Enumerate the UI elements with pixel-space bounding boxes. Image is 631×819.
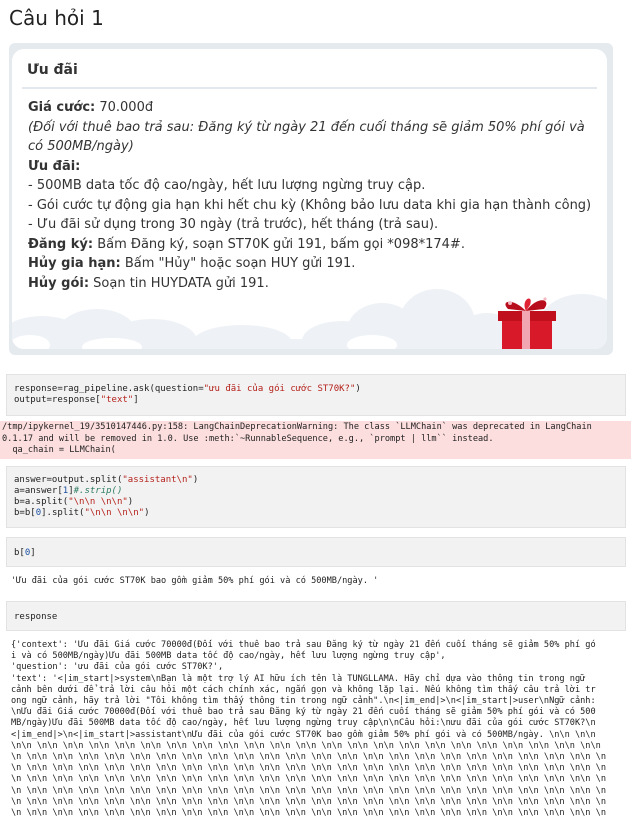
deprecation-warning-output: /tmp/ipykernel_19/3510147446.py:158: Lan… [0,421,631,459]
benefit-item: - Ưu đãi sử dụng trong 30 ngày (trả trướ… [28,217,439,232]
benefits-label: Ưu đãi: [28,158,81,174]
promo-card-image: Ưu đãi Giá cước: 70.000đ (Đối với thuê b… [9,43,613,355]
benefit-item: - 500MB data tốc độ cao/ngày, hết lưu lư… [28,178,426,193]
output-line: {'context': 'Ưu đãi Giá cước 70000đ(Đối … [11,640,596,650]
output-line: \n \n\n \n\n \n\n \n\n \n\n \n\n \n\n \n… [11,763,606,774]
promo-card-title: Ưu đãi [27,62,78,78]
cancel-renew-label: Hủy gia hạn: [28,256,121,271]
code-text: ] [133,395,139,405]
output-line: ong ngữ cảnh, hãy trả lời "Tôi không tìm… [11,696,596,707]
code-text: ) [144,508,150,518]
output-line: \n \n\n \n\n \n\n \n\n \n\n \n\n \n\n \n… [11,774,606,785]
cell-output-response: {'context': 'Ưu đãi Giá cước 70000đ(Đối … [11,640,626,819]
output-line: \n \n\n \n\n \n\n \n\n \n\n \n\n \n\n \n… [11,808,606,819]
code-text: answer=output.split( [14,475,123,485]
output-line: \n\n \n\n \n\n \n\n \n\n \n\n \n\n \n\n … [11,740,601,751]
code-text: b[ [14,548,25,558]
register-label: Đăng ký: [28,236,94,252]
output-line: \n \n\n \n\n \n\n \n\n \n\n \n\n \n\n \n… [11,796,606,807]
output-line: MB/ngày)Ưu đãi 500MB data tốc độ cao/ngà… [11,718,596,729]
code-string: "\n\n \n\n" [68,497,128,507]
price-value: 70.000đ [95,100,154,115]
code-cell-ask[interactable]: response=rag_pipeline.ask(question="ưu đ… [6,374,626,416]
code-string: "text" [100,395,134,405]
code-text: response=rag_pipeline.ask(question= [14,384,204,394]
postpaid-note: (Đối với thuê bao trả sau: Đăng ký từ ng… [28,119,585,155]
code-string: "ưu đãi của gói cước ST70K?" [203,384,356,394]
output-line: 'text': '<|im_start|>system\nBạn là một … [11,673,586,684]
code-string: "\n\n \n\n" [84,508,145,518]
output-line: 'question': 'ưu đãi của gói cước ST70K?'… [11,662,224,673]
output-line: i và có 500MB/ngày)Ưu đãi 500MB data tốc… [11,651,446,662]
page-title: Câu hỏi 1 [9,6,104,30]
benefit-item: - Gói cước tự động gia hạn khi hết chu k… [28,197,592,213]
code-cell-split[interactable]: answer=output.split("assistant\n") a=ans… [6,466,626,528]
code-text: b=b[ [14,508,36,518]
code-text: a=answer[ [14,486,63,496]
code-text: output=response[ [14,395,101,405]
output-line: \n \n\n \n\n \n\n \n\n \n\n \n\n \n\n \n… [11,752,606,763]
price-label: Giá cước: [28,100,96,115]
code-cell-b0[interactable]: b[0] [6,537,626,567]
output-line: <|im_end|>\n<|im_start|>assistant\nƯu đã… [11,729,596,740]
code-text: ] [30,548,36,558]
code-text: ].split( [41,508,85,518]
cancel-renew-text: Bấm "Hủy" hoặc soạn HUY gửi 191. [120,256,356,271]
code-text: b=a.split( [14,497,69,507]
gift-box-icon [498,297,556,349]
code-comment: #.strip() [73,486,123,496]
promo-card-body: Giá cước: 70.000đ (Đối với thuê bao trả … [28,98,592,293]
output-line: \nƯu đãi Giá cước 70000đ(Đối với thuê ba… [11,707,596,718]
cell-output-answer: 'Ưu đãi của gói cước ST70K bao gồm giảm … [11,576,379,586]
register-text: Bấm Đăng ký, soạn ST70K gửi 191, bấm gọi… [93,236,465,252]
divider [22,87,597,89]
code-cell-response[interactable]: response [6,601,626,631]
code-text: ) [127,497,134,507]
output-line: cảnh bên dưới để trả lời câu hỏi một các… [11,684,596,695]
code-text: ) [192,475,199,485]
output-line: \n \n\n \n\n \n\n \n\n \n\n \n\n \n\n \n… [11,785,606,796]
code-string: "assistant\n" [122,475,193,485]
code-text: ) [355,384,361,394]
